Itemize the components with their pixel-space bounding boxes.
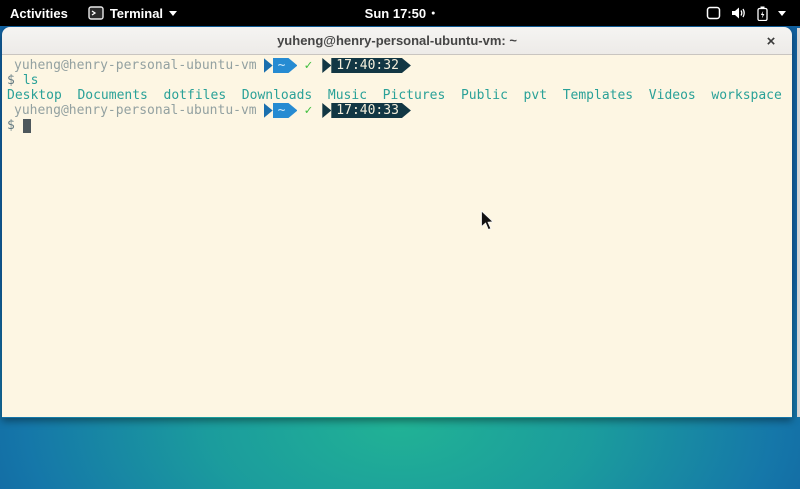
prompt-directory: ~ [273,103,298,118]
clock-button[interactable]: Sun 17:50 [365,6,426,21]
window-title: yuheng@henry-personal-ubuntu-vm: ~ [277,33,517,48]
app-menu-label: Terminal [110,6,163,21]
input-line[interactable]: $ [7,118,792,133]
system-menu[interactable] [698,0,794,26]
terminal-content[interactable]: yuheng@henry-personal-ubuntu-vm ~ ✓ 17:4… [2,55,792,417]
check-icon: ✓ [304,103,312,118]
prompt-symbol: $ [7,73,15,88]
top-bar: Activities Terminal Sun 17:50 ● [0,0,800,26]
prompt-user: yuheng@henry-personal-ubuntu-vm [14,58,257,73]
prompt-line-2: yuheng@henry-personal-ubuntu-vm ~ ✓ 17:4… [7,103,792,118]
prompt-timestamp: 17:40:32 [331,58,411,73]
terminal-app-icon [88,6,104,20]
volume-icon [731,6,747,20]
powerline-arrow-icon [264,58,273,73]
activities-button[interactable]: Activities [0,0,78,26]
check-icon: ✓ [304,58,312,73]
notification-dot: ● [431,10,435,17]
chevron-down-icon [778,11,786,16]
close-icon[interactable]: × [762,32,780,50]
prompt-user: yuheng@henry-personal-ubuntu-vm [14,103,257,118]
prompt-line-1: yuheng@henry-personal-ubuntu-vm ~ ✓ 17:4… [7,58,792,73]
ls-output: Desktop Documents dotfiles Downloads Mus… [7,88,782,103]
battery-charging-icon [757,6,768,21]
powerline-arrow-icon [322,58,331,73]
chevron-down-icon [169,11,177,16]
ls-output-line: Desktop Documents dotfiles Downloads Mus… [7,88,792,103]
app-menu-terminal[interactable]: Terminal [78,0,187,26]
prompt-symbol: $ [7,118,15,133]
terminal-window: yuheng@henry-personal-ubuntu-vm: ~ × yuh… [2,27,792,418]
prompt-timestamp: 17:40:33 [331,103,411,118]
terminal-cursor [23,119,31,133]
powerline-arrow-icon [322,103,331,118]
prompt-directory: ~ [273,58,298,73]
powerline-arrow-icon [264,103,273,118]
command-line: $ ls [7,73,792,88]
window-titlebar[interactable]: yuheng@henry-personal-ubuntu-vm: ~ × [2,27,792,55]
command-text: ls [23,73,39,88]
display-icon [706,6,721,20]
